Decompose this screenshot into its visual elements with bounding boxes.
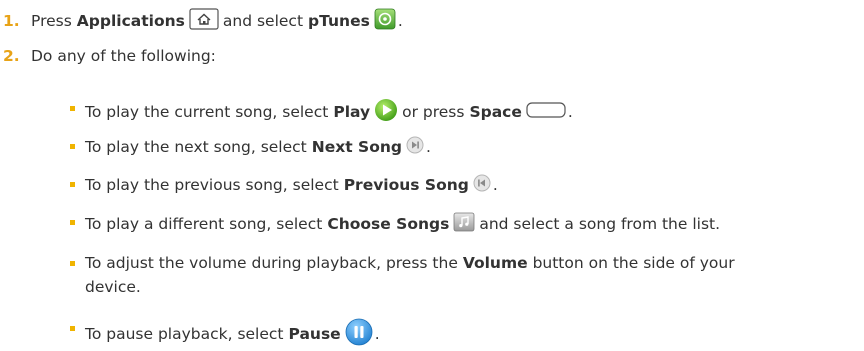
step-text-pre: Press [31, 12, 72, 30]
step-text-post: . [397, 12, 403, 30]
bullet-text-pre: To play the next song, select [85, 138, 307, 156]
bullet-text-pre: To play a different song, select [85, 215, 323, 233]
step-1: 1. Press Applications and select pTunes … [0, 8, 403, 34]
next-song-label: Next Song [311, 138, 402, 156]
choose-songs-icon [453, 212, 475, 236]
bullet-text-post: . [425, 138, 431, 156]
ptunes-label: pTunes [308, 12, 370, 30]
step-2: 2. Do any of the following: [0, 47, 216, 65]
bullet-choose-songs: To play a different song, select Choose … [70, 212, 720, 236]
bullet-text-post: and select a song from the list. [479, 215, 721, 233]
bullet-previous-song: To play the previous song, select Previo… [70, 174, 498, 196]
pause-label: Pause [288, 325, 341, 343]
volume-label: Volume [462, 254, 528, 272]
play-icon [374, 98, 398, 126]
ptunes-icon [374, 8, 396, 34]
bullet-text-pre: To play the previous song, select [85, 176, 339, 194]
bullet-marker [70, 326, 75, 331]
bullet-marker [70, 144, 75, 149]
bullet-text-mid: or press [402, 103, 465, 121]
bullet-text-pre: To adjust the volume during playback, pr… [85, 254, 458, 272]
bullet-marker [70, 220, 75, 225]
applications-label: Applications [76, 12, 185, 30]
bullet-play: To play the current song, select Play or… [70, 98, 573, 126]
next-song-icon [406, 136, 424, 158]
bullet-marker [70, 261, 75, 266]
bullet-text-post: . [374, 325, 380, 343]
bullet-text-post: . [492, 176, 498, 194]
home-key-icon [189, 8, 219, 34]
step-number: 1. [3, 12, 20, 30]
step-text: Do any of the following: [31, 47, 216, 65]
choose-songs-label: Choose Songs [327, 215, 450, 233]
space-label: Space [469, 103, 522, 121]
previous-song-icon [473, 174, 491, 196]
bullet-volume: To adjust the volume during playback, pr… [70, 251, 830, 299]
bullet-marker [70, 182, 75, 187]
previous-song-label: Previous Song [343, 176, 469, 194]
bullet-pause: To pause playback, select Pause . [70, 318, 380, 350]
bullet-text-pre: To play the current song, select [85, 103, 329, 121]
pause-icon [345, 318, 373, 350]
bullet-text-pre: To pause playback, select [85, 325, 284, 343]
step-text-mid: and select [222, 12, 304, 30]
bullet-next-song: To play the next song, select Next Song … [70, 136, 431, 158]
bullet-text-post: . [567, 103, 573, 121]
space-key-icon [526, 102, 566, 122]
bullet-marker [70, 106, 75, 111]
step-number: 2. [3, 47, 20, 65]
play-label: Play [333, 103, 371, 121]
